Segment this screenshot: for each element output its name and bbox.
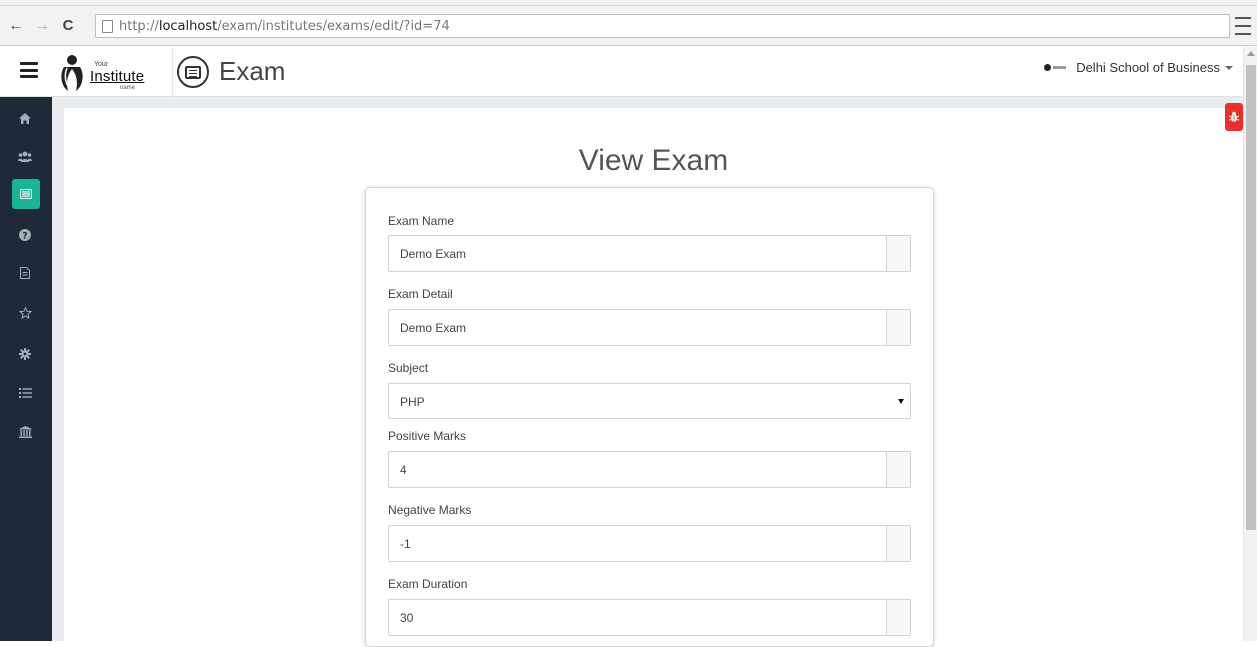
header-divider (172, 47, 173, 97)
browser-toolbar: ← → C http://localhost/exam/institutes/e… (0, 6, 1257, 46)
page-scrollbar[interactable] (1243, 47, 1257, 641)
positive-marks-addon (886, 452, 910, 487)
sidebar-item-documents[interactable] (12, 260, 38, 286)
exam-list-icon (20, 189, 32, 199)
scroll-thumb[interactable] (1246, 65, 1256, 530)
positive-marks-value: 4 (400, 463, 407, 477)
bug-report-button[interactable] (1225, 103, 1243, 131)
exam-detail-value: Demo Exam (400, 321, 467, 335)
logo-figure-icon (61, 55, 83, 91)
bug-icon (1229, 111, 1239, 122)
positive-marks-label: Positive Marks (388, 429, 467, 443)
hamburger-menu-icon[interactable] (20, 62, 38, 78)
question-icon: ? (19, 229, 31, 241)
logo-name-text: name (120, 85, 136, 91)
negative-marks-field[interactable]: -1 (388, 525, 911, 562)
negative-marks-label: Negative Marks (388, 503, 472, 517)
exam-detail-addon (886, 310, 910, 345)
browser-menu-icon[interactable] (1235, 17, 1251, 35)
institution-icon (18, 426, 32, 438)
users-icon (18, 151, 32, 162)
institute-logo[interactable]: Your Institute name (58, 51, 144, 95)
positive-marks-field[interactable]: 4 (388, 451, 911, 488)
school-logo-icon (1044, 64, 1067, 72)
address-bar[interactable]: http://localhost/exam/institutes/exams/e… (95, 14, 1230, 38)
exam-duration-addon (886, 600, 910, 635)
page-icon (102, 19, 113, 33)
exam-icon (177, 56, 209, 88)
exam-duration-value: 30 (400, 611, 414, 625)
document-icon (20, 267, 30, 279)
star-icon (18, 307, 32, 319)
forward-arrow-icon[interactable]: → (32, 16, 52, 36)
exam-detail-label: Exam Detail (388, 287, 453, 301)
reload-icon[interactable]: C (58, 16, 78, 36)
caret-down-icon (1225, 65, 1233, 70)
sidebar-item-favorites[interactable] (12, 300, 38, 326)
exam-name-field[interactable]: Demo Exam (388, 235, 911, 272)
user-menu[interactable]: Delhi School of Business (1044, 60, 1233, 75)
svg-text:?: ? (22, 232, 27, 242)
user-name: Delhi School of Business (1076, 60, 1220, 75)
exam-name-value: Demo Exam (400, 247, 467, 261)
scroll-up-arrow-icon[interactable] (1247, 51, 1255, 56)
negative-marks-addon (886, 526, 910, 561)
app-header: Your Institute name Exam Delhi School of… (0, 47, 1243, 97)
select-arrow-icon (898, 399, 904, 404)
subject-value: PHP (400, 395, 425, 409)
exam-detail-field[interactable]: Demo Exam (388, 309, 911, 346)
back-arrow-icon[interactable]: ← (6, 16, 26, 36)
subject-label: Subject (388, 361, 429, 375)
sidebar-item-home[interactable] (12, 105, 38, 131)
page-title: Exam (219, 56, 286, 86)
exam-form-card: Exam Name Demo Exam Exam Detail Demo Exa… (365, 187, 934, 647)
exam-name-addon (886, 236, 910, 271)
sidebar-item-questions[interactable]: ? (12, 222, 38, 248)
sidebar-item-settings[interactable] (12, 341, 38, 367)
sidebar-item-list[interactable] (12, 380, 38, 406)
exam-name-label: Exam Name (388, 214, 455, 228)
logo-institute-text: Institute (90, 68, 145, 85)
url-text: http://localhost/exam/institutes/exams/e… (119, 18, 450, 34)
view-exam-heading: View Exam (578, 144, 729, 177)
gear-icon (19, 348, 31, 360)
exam-duration-label: Exam Duration (388, 577, 468, 591)
sidebar-item-institution[interactable] (12, 419, 38, 445)
exam-duration-field[interactable]: 30 (388, 599, 911, 636)
subject-select[interactable]: PHP (388, 383, 911, 419)
list-icon (18, 388, 32, 398)
sidebar-item-users[interactable] (12, 143, 38, 169)
negative-marks-value: -1 (400, 537, 411, 551)
logo-your-text: Your (94, 61, 109, 68)
home-icon (19, 112, 31, 124)
sidebar-item-exams[interactable] (12, 179, 40, 209)
